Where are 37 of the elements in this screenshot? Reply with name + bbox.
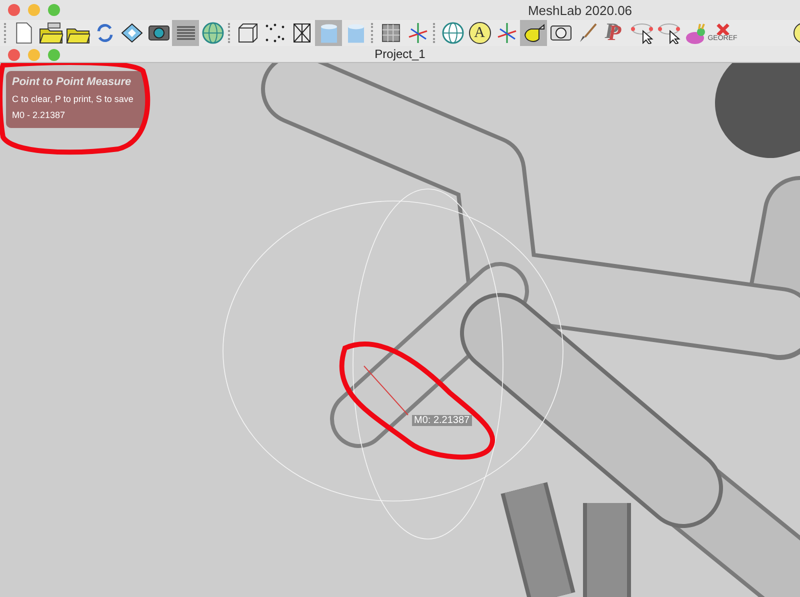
cylinder-icon [320,24,336,42]
tape-measure-icon [522,24,544,42]
cross-icon [716,23,730,35]
points-icon [264,23,284,43]
grid-cube-icon [382,24,400,42]
cylinder-icon [348,24,364,42]
pointer-icon [656,22,680,44]
globe-icon [202,22,224,44]
axes-icon [408,23,428,43]
measurement-text: M0 - 2.21387 [12,110,66,120]
camera-icon [550,25,572,41]
folder-icon [38,22,62,44]
pointer-icon [630,22,654,44]
panel-title: Point to Point Measure [12,76,132,88]
new-file-icon [14,22,32,44]
panel-hint: C to clear, P to print, S to save [12,94,134,104]
axes-icon [496,23,516,43]
wireframe-icon [292,23,310,43]
brush-icon [578,23,596,43]
letter-p-tool-button[interactable]: P [601,20,628,46]
measure-line [364,366,408,416]
bunny-icon [686,22,706,44]
layers-tool-button[interactable] [172,20,199,46]
3d-viewport[interactable]: M0: 2.21387 Point to Point Measure C to clear, P to print, S to save M0 - 2.21387 [0,63,800,597]
close-button[interactable] [8,49,20,61]
reload-icon [94,23,114,43]
open-stack-tool-button[interactable] [37,20,64,46]
measure-label: M0: 2.21387 [412,415,472,426]
window-title: MeshLab 2020.06 [528,2,632,18]
close-button[interactable] [8,4,20,16]
save-icon [120,23,142,43]
document-title: Project_1 [374,47,426,61]
globe-icon [442,22,464,44]
measure-tool-button[interactable] [520,20,547,46]
camera-icon [148,25,170,41]
layers-icon [176,26,196,40]
cube-icon [238,23,258,43]
